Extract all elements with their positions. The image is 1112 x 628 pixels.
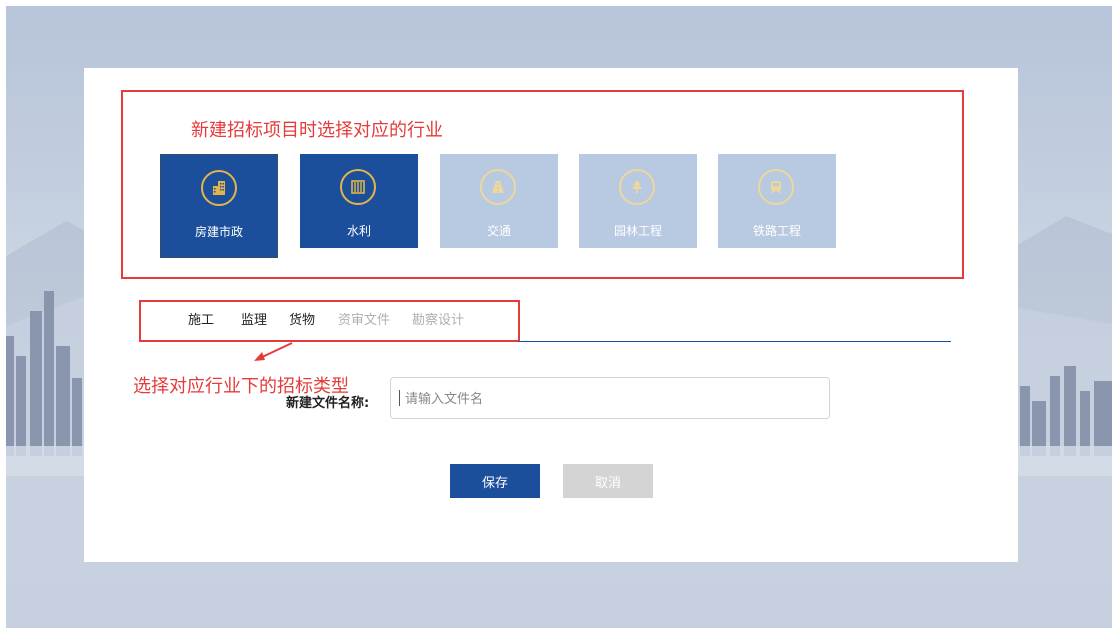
industry-label: 交通 bbox=[486, 224, 511, 238]
industry-tile-railway[interactable]: 铁路工程 bbox=[718, 154, 836, 248]
industry-label: 园林工程 bbox=[613, 224, 662, 238]
tree-icon bbox=[619, 169, 655, 205]
tabs-underline bbox=[518, 341, 951, 342]
text-cursor bbox=[399, 390, 400, 406]
tab-goods[interactable]: 货物 bbox=[289, 309, 315, 328]
train-icon bbox=[758, 169, 794, 205]
tab-supervision[interactable]: 监理 bbox=[241, 309, 267, 328]
industry-tile-garden[interactable]: 园林工程 bbox=[579, 154, 697, 248]
filename-label: 新建文件名称: bbox=[286, 396, 370, 411]
building-icon bbox=[201, 170, 237, 206]
industry-tile-water[interactable]: 水利 bbox=[300, 154, 418, 248]
selected-caret-icon bbox=[212, 250, 228, 258]
cancel-button[interactable]: 取消 bbox=[563, 464, 653, 498]
water-gate-icon bbox=[340, 169, 376, 205]
industry-annotation-text: 新建招标项目时选择对应的行业 bbox=[191, 120, 443, 141]
filename-input[interactable] bbox=[390, 377, 830, 419]
tab-qualification-docs[interactable]: 资审文件 bbox=[338, 309, 390, 328]
road-icon bbox=[480, 169, 516, 205]
industry-label: 水利 bbox=[346, 224, 371, 238]
annotation-arrow-icon bbox=[254, 342, 293, 361]
tab-survey-design[interactable]: 勘察设计 bbox=[412, 309, 464, 328]
industry-label: 房建市政 bbox=[194, 225, 243, 239]
industry-tile-traffic[interactable]: 交通 bbox=[440, 154, 558, 248]
industry-tile-housing[interactable]: 房建市政 bbox=[160, 154, 278, 258]
tab-construction[interactable]: 施工 bbox=[188, 309, 214, 328]
save-button[interactable]: 保存 bbox=[450, 464, 540, 498]
industry-label: 铁路工程 bbox=[752, 224, 801, 238]
